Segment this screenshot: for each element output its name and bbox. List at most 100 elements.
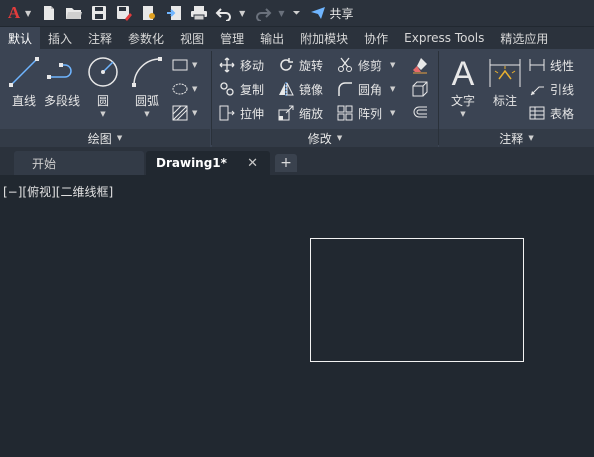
save-icon[interactable]: [89, 3, 109, 23]
rectangle-icon: [172, 59, 188, 71]
share-button[interactable]: 共享: [310, 5, 353, 22]
rotate-label: 旋转: [299, 58, 324, 73]
copy-label: 复制: [240, 82, 265, 97]
fillet-chevron-down-icon[interactable]: ▼: [390, 85, 395, 93]
text-tool-button[interactable]: A 文字 ▼: [446, 55, 480, 118]
hatch-icon: [172, 105, 188, 121]
save-as-icon[interactable]: [114, 3, 134, 23]
tab-addins[interactable]: 附加模块: [292, 27, 356, 49]
tab-manage[interactable]: 管理: [212, 27, 252, 49]
tab-insert[interactable]: 插入: [40, 27, 80, 49]
redo-icon[interactable]: [253, 3, 273, 23]
text-chevron-down-icon[interactable]: ▼: [460, 110, 465, 118]
import-icon[interactable]: [164, 3, 184, 23]
copy-tool-button[interactable]: 复制: [219, 79, 264, 99]
share-label: 共享: [329, 6, 354, 21]
trim-chevron-down-icon[interactable]: ▼: [390, 61, 395, 69]
annotation-panel-footer[interactable]: 注释 ▼: [439, 129, 594, 147]
scale-tool-button[interactable]: 缩放: [278, 103, 323, 123]
print-icon[interactable]: [189, 3, 209, 23]
move-label: 移动: [240, 58, 265, 73]
rotate-tool-button[interactable]: 旋转: [278, 55, 323, 75]
rotate-icon: [280, 58, 293, 71]
fillet-tool-button[interactable]: 圆角 ▼: [337, 79, 395, 99]
viewport-controls-label[interactable]: [−][俯视][二维线框]: [3, 183, 113, 200]
svg-text:A: A: [452, 55, 475, 89]
move-tool-button[interactable]: 移动: [219, 55, 264, 75]
dimension-tool-button[interactable]: 标注: [488, 55, 522, 109]
line-icon: [9, 57, 39, 87]
ribbon-tabs: 默认 插入 注释 参数化 视图 管理 输出 附加模块 协作 Express To…: [0, 27, 594, 49]
array-chevron-down-icon[interactable]: ▼: [390, 109, 395, 117]
new-tab-plus-icon[interactable]: +: [275, 154, 297, 172]
circle-tool-button[interactable]: 圆 ▼: [86, 55, 120, 118]
arc-chevron-down-icon[interactable]: ▼: [144, 110, 149, 118]
tab-home[interactable]: 默认: [0, 27, 41, 49]
erase-tool-button[interactable]: [410, 55, 430, 75]
close-icon[interactable]: ✕: [247, 156, 258, 171]
tab-express-tools[interactable]: Express Tools: [396, 27, 492, 49]
tab-output[interactable]: 输出: [252, 27, 292, 49]
mirror-tool-button[interactable]: 镜像: [278, 79, 323, 99]
arc-tool-button[interactable]: 圆弧 ▼: [130, 55, 164, 118]
circle-chevron-down-icon[interactable]: ▼: [100, 110, 105, 118]
tab-view[interactable]: 视图: [172, 27, 212, 49]
autocad-logo-icon[interactable]: A: [3, 2, 25, 24]
stretch-label: 拉伸: [240, 106, 265, 121]
array-tool-button[interactable]: 阵列 ▼: [337, 103, 395, 123]
line-label: 直线: [11, 94, 36, 108]
leader-icon: [530, 86, 544, 96]
rectangle-chevron-down-icon[interactable]: ▼: [192, 61, 197, 69]
circle-icon: [88, 57, 118, 87]
line-tool-button[interactable]: 直线: [7, 55, 41, 109]
drawing-tab[interactable]: Drawing1* ✕: [146, 151, 270, 175]
ellipse-icon: [172, 83, 188, 95]
app-menu-chevron-down-icon[interactable]: ▼: [25, 9, 31, 18]
polyline-label: 多段线: [44, 94, 81, 108]
scale-icon: [278, 105, 294, 121]
rectangle-tool-button[interactable]: ▼: [170, 55, 197, 75]
eraser-icon: [413, 58, 427, 74]
tab-annotate[interactable]: 注释: [80, 27, 120, 49]
undo-icon[interactable]: [214, 3, 234, 23]
offset-tool-button[interactable]: [410, 103, 430, 123]
undo-chevron-down-icon[interactable]: ▼: [239, 9, 245, 18]
linear-dimension-button[interactable]: 线性: [529, 55, 574, 75]
plot-preview-icon[interactable]: [139, 3, 159, 23]
table-label: 表格: [550, 106, 575, 121]
array-icon: [337, 105, 353, 121]
dimension-icon: [489, 59, 521, 87]
scissors-icon: [338, 57, 352, 72]
drawing-tab-label: Drawing1*: [156, 156, 227, 170]
polyline-tool-button[interactable]: 多段线: [44, 55, 80, 109]
drawn-rectangle[interactable]: [310, 238, 524, 362]
hatch-boundary-tool-button[interactable]: ▼: [170, 79, 197, 99]
redo-chevron-down-icon[interactable]: ▼: [278, 9, 284, 18]
tab-collaborate[interactable]: 协作: [356, 27, 396, 49]
fillet-icon: [338, 82, 352, 96]
array-label: 阵列: [358, 106, 383, 121]
explode-tool-button[interactable]: [410, 79, 430, 99]
draw-panel-footer[interactable]: 绘图 ▼: [0, 129, 210, 147]
hatch-chevron-down-icon[interactable]: ▼: [192, 109, 197, 117]
leader-button[interactable]: 引线: [529, 79, 574, 99]
tab-parametric[interactable]: 参数化: [120, 27, 172, 49]
tab-featured-apps[interactable]: 精选应用: [492, 27, 556, 49]
copy-icon: [220, 82, 234, 96]
drawing-canvas[interactable]: [−][俯视][二维线框]: [0, 175, 594, 457]
start-tab[interactable]: 开始: [14, 151, 144, 175]
annotation-panel-title: 注释: [499, 131, 524, 146]
stretch-tool-button[interactable]: 拉伸: [219, 103, 264, 123]
modify-panel-footer[interactable]: 修改 ▼: [212, 129, 438, 147]
text-label: 文字: [450, 94, 475, 108]
table-button[interactable]: 表格: [529, 103, 574, 123]
hatch-tool-button[interactable]: ▼: [170, 103, 197, 123]
open-folder-icon[interactable]: [64, 3, 84, 23]
share-icon: [311, 7, 326, 19]
new-file-icon[interactable]: [39, 3, 59, 23]
arc-label: 圆弧: [134, 94, 159, 108]
ellipse-chevron-down-icon[interactable]: ▼: [192, 85, 197, 93]
trim-tool-button[interactable]: 修剪 ▼: [337, 55, 395, 75]
arc-icon: [132, 57, 162, 87]
customize-toolbar-chevron-icon[interactable]: ⏷: [292, 8, 300, 19]
